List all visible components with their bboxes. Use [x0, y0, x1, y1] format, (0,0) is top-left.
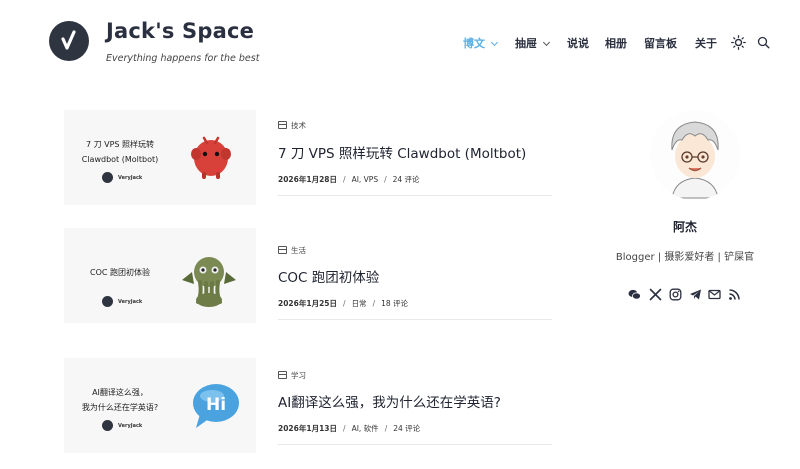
- post-category[interactable]: 技术: [291, 120, 306, 131]
- email-icon[interactable]: [708, 288, 721, 301]
- post-divider: [278, 444, 552, 445]
- thumbnail-caption: COC 跑团初体验: [64, 265, 176, 280]
- theme-toggle-sun-icon[interactable]: [731, 35, 746, 50]
- thumbnail-caption-line: COC 跑团初体验: [89, 268, 150, 277]
- speech-bubble-hi-icon: Hi: [193, 384, 239, 428]
- post-divider: [278, 195, 552, 196]
- brand-logo-icon: [102, 172, 113, 183]
- nav-item-guestbook[interactable]: 留言板: [644, 35, 677, 51]
- site-logo[interactable]: [49, 21, 89, 61]
- post-category[interactable]: 生活: [291, 245, 306, 256]
- nav-item-moments[interactable]: 说说: [567, 35, 589, 51]
- author-bio: Blogger | 摄影爱好者 | 铲屎官: [615, 252, 755, 263]
- instagram-icon[interactable]: [669, 288, 682, 301]
- thumbnail-caption: 7 刀 VPS 照样玩转 Clawdbot (Moltbot): [64, 137, 176, 167]
- logo-check-icon: [61, 30, 76, 50]
- post-date: 2026年1月25日: [278, 299, 338, 308]
- post-title[interactable]: AI翻译这么强，我为什么还在学英语?: [278, 391, 501, 411]
- site-tagline: Everything happens for the best: [106, 53, 260, 64]
- category-box-icon: [278, 371, 287, 379]
- thumbnail-caption-line: 我为什么还在学英语?: [81, 403, 159, 412]
- post-date: 2026年1月28日: [278, 175, 338, 184]
- post-thumbnail[interactable]: AI翻译这么强， 我为什么还在学英语? VeryJack Hi: [64, 358, 256, 453]
- post-meta: 2026年1月28日 / AI, VPS/24 评论: [278, 175, 420, 184]
- rss-icon[interactable]: [728, 288, 741, 301]
- post-tags[interactable]: AI, VPS: [352, 175, 379, 184]
- post-title[interactable]: 7 刀 VPS 照样玩转 Clawdbot (Moltbot): [278, 142, 526, 162]
- nav-item-posts[interactable]: 博文: [463, 35, 485, 51]
- x-icon[interactable]: [649, 288, 662, 301]
- chevron-down-icon: [542, 38, 551, 47]
- red-crab-mascot-icon: [191, 136, 231, 179]
- post-tags[interactable]: AI, 软件: [352, 424, 379, 433]
- thumbnail-brand: VeryJack: [118, 299, 143, 305]
- avatar[interactable]: [650, 110, 740, 200]
- post-title[interactable]: COC 跑团初体验: [278, 266, 379, 286]
- brand-logo-icon: [102, 420, 113, 431]
- nav-item-about[interactable]: 关于: [695, 35, 717, 51]
- wechat-icon[interactable]: [628, 288, 641, 301]
- post-meta: 2026年1月25日 / 日常/18 评论: [278, 299, 409, 308]
- thumbnail-brand: VeryJack: [118, 175, 143, 181]
- brand-logo-icon: [102, 296, 113, 307]
- post-comments[interactable]: 24 评论: [393, 175, 420, 184]
- avatar-illustration: [671, 121, 719, 199]
- thumbnail-caption-line: AI翻译这么强，: [92, 388, 148, 397]
- thumbnail-caption-line: 7 刀 VPS 照样玩转: [85, 140, 155, 149]
- cthulhu-mascot-icon: [182, 257, 236, 307]
- post-thumbnail[interactable]: COC 跑团初体验 VeryJack: [64, 228, 256, 323]
- author-name: 阿杰: [672, 220, 697, 234]
- post-divider: [278, 319, 552, 320]
- chevron-down-icon: [490, 38, 499, 47]
- post-date: 2026年1月13日: [278, 424, 338, 433]
- site-title[interactable]: Jack's Space: [106, 19, 254, 43]
- post-meta: 2026年1月13日 / AI, 软件/24 评论: [278, 424, 421, 433]
- post-tags[interactable]: 日常: [352, 299, 367, 308]
- telegram-icon[interactable]: [689, 288, 702, 301]
- category-box-icon: [278, 246, 287, 254]
- post-category[interactable]: 学习: [291, 370, 306, 381]
- thumbnail-caption-line: Clawdbot (Moltbot): [81, 155, 159, 164]
- thumbnail-caption: AI翻译这么强， 我为什么还在学英语?: [64, 385, 176, 415]
- nav-item-drawer[interactable]: 抽屉: [515, 35, 537, 51]
- thumbnail-brand: VeryJack: [118, 423, 143, 429]
- post-comments[interactable]: 24 评论: [393, 424, 420, 433]
- thumbnail-badge-text: Hi: [206, 395, 226, 415]
- post-thumbnail[interactable]: 7 刀 VPS 照样玩转 Clawdbot (Moltbot) VeryJack: [64, 110, 256, 205]
- nav-item-albums[interactable]: 相册: [605, 35, 627, 51]
- category-box-icon: [278, 121, 287, 129]
- post-comments[interactable]: 18 评论: [381, 299, 408, 308]
- search-icon[interactable]: [757, 36, 770, 49]
